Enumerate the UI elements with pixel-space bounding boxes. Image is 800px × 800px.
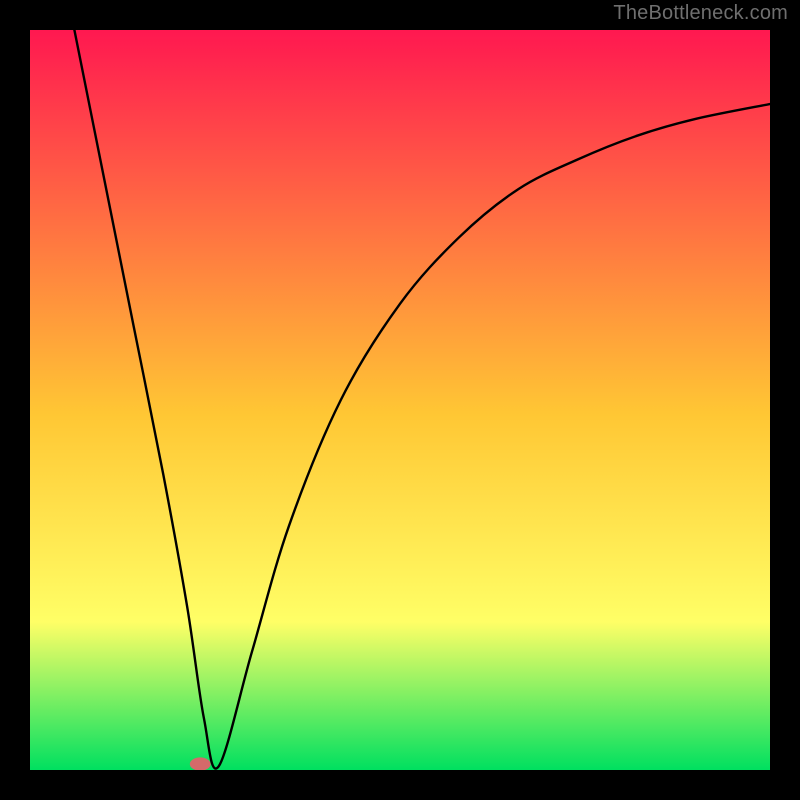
watermark-text: TheBottleneck.com <box>613 2 788 25</box>
plot-area <box>30 30 770 770</box>
chart-svg <box>30 30 770 770</box>
gradient-background <box>30 30 770 770</box>
chart-frame: TheBottleneck.com <box>0 0 800 800</box>
